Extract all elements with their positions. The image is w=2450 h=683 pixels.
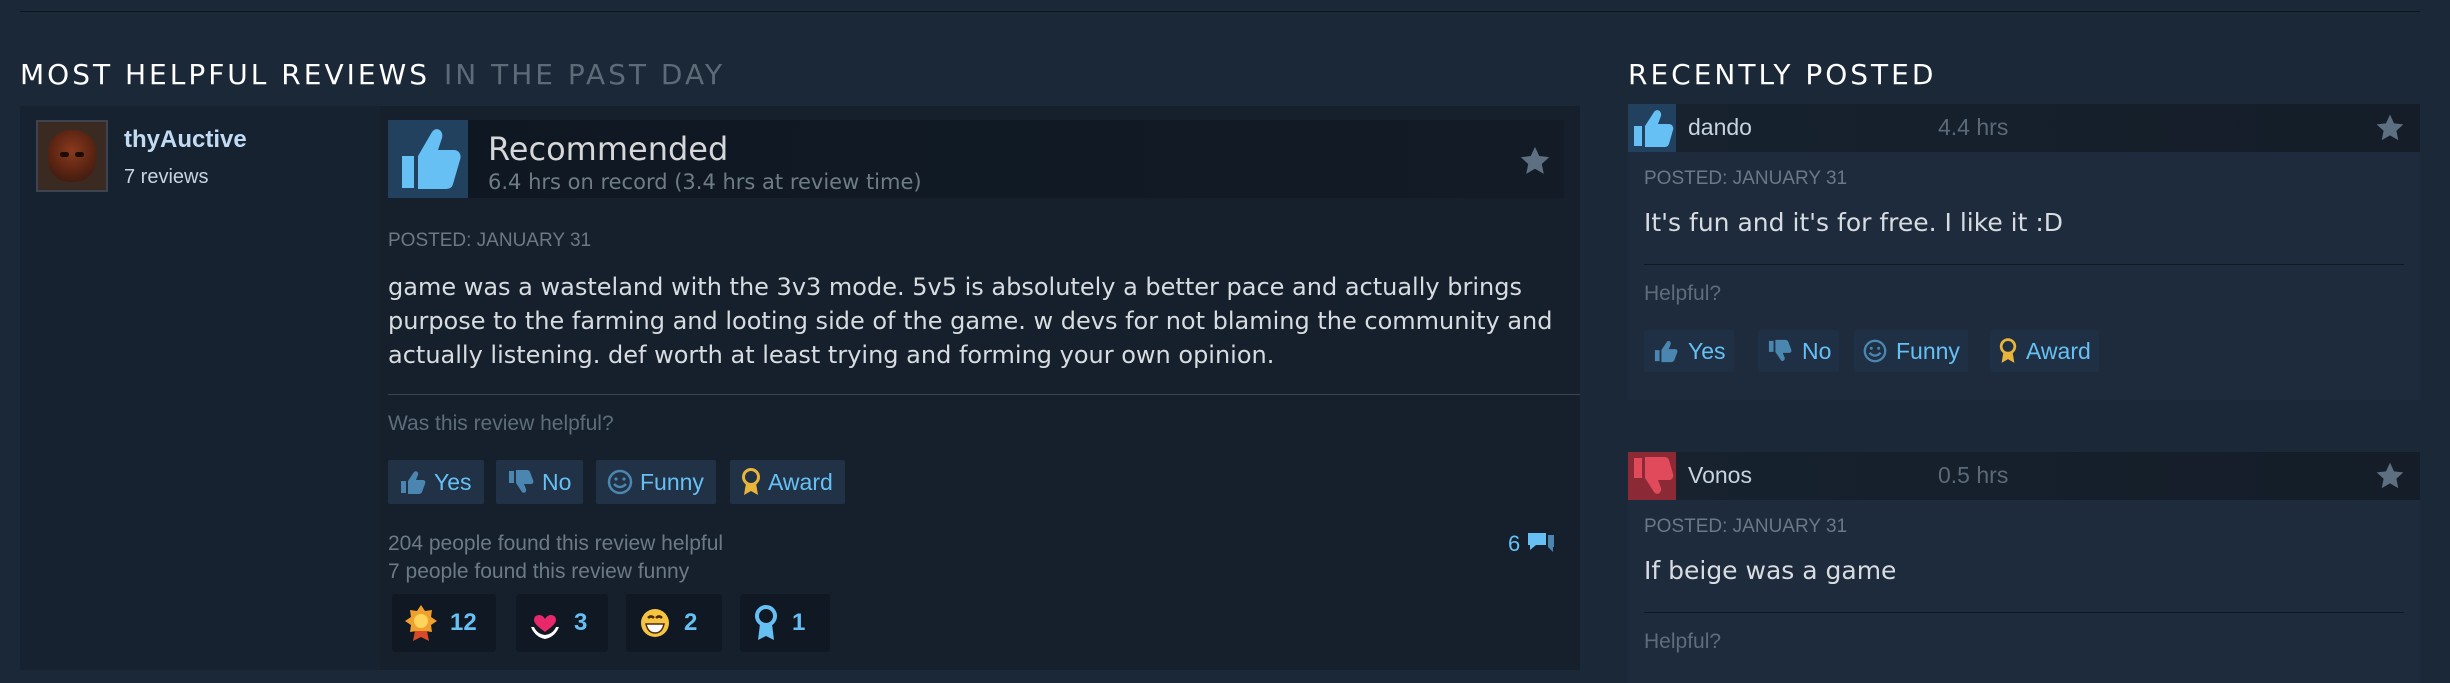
award-count: 12 <box>450 609 477 636</box>
smiley-icon <box>1863 339 1887 363</box>
vote-no-label: No <box>1802 337 1832 364</box>
review-text-line: game was a wasteland with the 3v3 mode. … <box>388 273 1522 301</box>
recent-divider <box>1644 264 2404 265</box>
recent-author-name[interactable]: Vonos <box>1688 462 1752 489</box>
star-icon[interactable] <box>2374 112 2406 144</box>
recent-review-header[interactable]: dando 4.4 hrs <box>1628 104 2420 152</box>
section-title: MOST HELPFUL REVIEWS <box>20 58 431 91</box>
hours-on-record: 6.4 hrs on record (3.4 hrs at review tim… <box>488 170 922 194</box>
award-icon <box>742 468 760 495</box>
award-chip[interactable]: 3 <box>516 594 608 652</box>
vote-yes-button[interactable]: Yes <box>1644 330 1734 372</box>
author-name[interactable]: thyAuctive <box>124 126 247 154</box>
author-review-count[interactable]: 7 reviews <box>124 166 208 189</box>
award-count: 3 <box>574 609 588 636</box>
section-heading: MOST HELPFUL REVIEWS IN THE PAST DAY <box>20 58 725 91</box>
gold-medal-icon <box>405 605 437 641</box>
award-chip[interactable]: 2 <box>626 594 722 652</box>
review-text: game was a wasteland with the 3v3 mode. … <box>388 270 1553 372</box>
vote-no-label: No <box>542 468 572 495</box>
award-label: Award <box>768 468 833 495</box>
comment-count-value: 6 <box>1508 531 1521 556</box>
vote-funny-button[interactable]: Funny <box>596 460 716 504</box>
helpful-question: Was this review helpful? <box>388 412 614 435</box>
vote-no-button[interactable]: No <box>1758 330 1840 372</box>
vote-funny-label: Funny <box>640 468 704 495</box>
thumbs-up-icon <box>1654 341 1678 363</box>
recent-posted-date: POSTED: JANUARY 31 <box>1644 168 1848 189</box>
thumbs-down-icon <box>1628 452 1676 500</box>
heart-hands-icon <box>531 614 559 639</box>
vote-yes-button[interactable]: Yes <box>388 460 484 504</box>
recent-author-name[interactable]: dando <box>1688 114 1752 141</box>
award-count: 2 <box>684 609 698 636</box>
recent-review-card: Vonos 0.5 hrs POSTED: JANUARY 31 If beig… <box>1628 452 2420 683</box>
review-author-column: thyAuctive 7 reviews <box>20 106 380 670</box>
award-icon <box>1999 338 2017 363</box>
vote-funny-button[interactable]: Funny <box>1854 330 1968 372</box>
section-subtitle: IN THE PAST DAY <box>444 58 726 91</box>
recent-hours: 4.4 hrs <box>1938 114 2009 140</box>
award-chip[interactable]: 12 <box>392 594 496 652</box>
vote-yes-label: Yes <box>434 468 472 495</box>
recent-helpful-label: Helpful? <box>1644 630 1722 653</box>
thumbs-up-icon <box>1628 104 1676 152</box>
comment-bubble-icon <box>1528 533 1555 552</box>
grin-face-icon <box>641 609 669 637</box>
top-divider <box>20 11 2420 12</box>
star-icon[interactable] <box>2374 460 2406 492</box>
thumbs-down-icon <box>509 470 534 493</box>
comment-count[interactable]: 6 <box>1508 530 1556 558</box>
recent-review-text: It's fun and it's for free. I like it :D <box>1644 208 2064 237</box>
award-chip[interactable]: 1 <box>740 594 830 652</box>
verdict-title: Recommended <box>488 130 729 168</box>
vote-funny-label: Funny <box>1896 337 1960 364</box>
funny-count: 7 people found this review funny <box>388 560 690 583</box>
smiley-icon <box>607 469 633 495</box>
review-card: thyAuctive 7 reviews Recommended 6.4 hrs… <box>20 106 1580 670</box>
recent-helpful-label: Helpful? <box>1644 282 1722 305</box>
recent-review-card: dando 4.4 hrs POSTED: JANUARY 31 It's fu… <box>1628 104 2420 400</box>
posted-date: POSTED: JANUARY 31 <box>388 230 592 251</box>
award-button[interactable]: Award <box>730 460 845 504</box>
award-count: 1 <box>792 609 806 636</box>
award-label: Award <box>2026 337 2091 364</box>
review-divider <box>388 394 1580 395</box>
review-text-line: actually listening. def worth at least t… <box>388 341 1275 369</box>
recommendation-header[interactable]: Recommended 6.4 hrs on record (3.4 hrs a… <box>388 120 1564 198</box>
helpful-count: 204 people found this review helpful <box>388 532 724 555</box>
recent-hours: 0.5 hrs <box>1938 462 2009 488</box>
vote-no-button[interactable]: No <box>496 460 584 504</box>
recent-heading: RECENTLY POSTED <box>1628 58 1937 91</box>
recent-posted-date: POSTED: JANUARY 31 <box>1644 516 1848 537</box>
recent-review-header[interactable]: Vonos 0.5 hrs <box>1628 452 2420 500</box>
recent-review-text: If beige was a game <box>1644 556 1897 585</box>
avatar[interactable] <box>36 120 108 192</box>
recent-divider <box>1644 612 2404 613</box>
ribbon-icon <box>755 605 777 640</box>
vote-yes-label: Yes <box>1688 337 1726 364</box>
thumbs-up-icon <box>401 471 426 494</box>
review-text-line: purpose to the farming and looting side … <box>388 307 1553 335</box>
star-icon[interactable] <box>1518 144 1552 178</box>
thumbs-down-icon <box>1768 339 1792 361</box>
thumbs-up-icon <box>388 120 468 198</box>
award-button[interactable]: Award <box>1990 330 2099 372</box>
